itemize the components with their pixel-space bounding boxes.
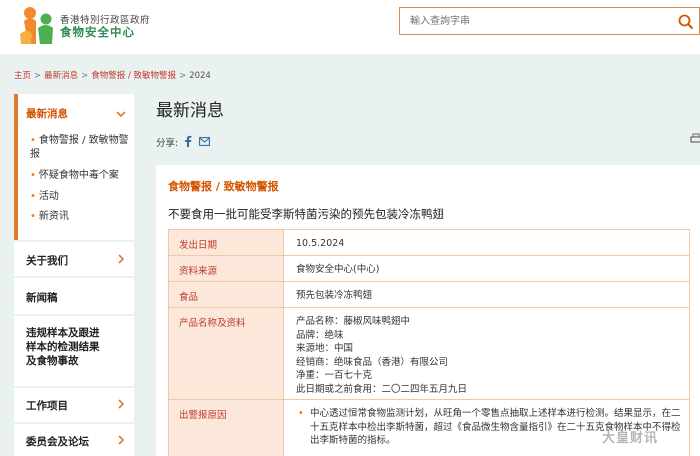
sidebar-label-work-items: 工作项目 (26, 400, 68, 412)
sidebar-item-work-items[interactable]: 工作项目 (14, 388, 134, 422)
sidebar-item-committees[interactable]: 委员会及论坛 (14, 424, 134, 456)
sidebar: 最新消息 • 食物警报 / 致敏物警报 • 怀疑食物中毒个案 • 活动 • 新资讯 关于… (14, 94, 134, 456)
print-icon[interactable] (690, 133, 700, 145)
product-origin: 来源地：中国 (296, 343, 354, 354)
search-box (399, 7, 700, 35)
table-row: 资料来源 食物安全中心(中心) (168, 255, 690, 282)
sidebar-sub-food-alerts[interactable]: • 食物警报 / 致敏物警报 (30, 134, 130, 162)
page-title: 最新消息 (156, 101, 224, 121)
breadcrumb-latest-news[interactable]: 最新消息 (44, 71, 78, 81)
alert-info-table: 发出日期 10.5.2024 资料来源 食物安全中心(中心) 食品 预先包装冷冻… (168, 229, 690, 456)
chevron-down-icon[interactable] (116, 109, 126, 119)
search-icon[interactable] (677, 13, 695, 31)
site-header: 香港特別行政區政府 食物安全中心 (0, 0, 700, 52)
product-details: 产品名称：藤椒风味鸭翅中 品牌：绝味 来源地：中国 经销商：绝味食品（香港）有限… (283, 307, 690, 400)
chevron-right-icon (118, 435, 125, 445)
issue-date-label: 发出日期 (168, 229, 284, 256)
food-label: 食品 (168, 281, 284, 308)
product-net-weight: 净重：一百七十克 (296, 370, 373, 381)
sidebar-sub-food-poisoning[interactable]: • 怀疑食物中毒个案 (30, 169, 130, 183)
sidebar-label-press-releases: 新闻稿 (26, 292, 58, 304)
sidebar-sub-news[interactable]: • 新资讯 (30, 210, 130, 224)
product-distributor: 经销商：绝味食品（香港）有限公司 (296, 356, 449, 368)
sidebar-item-about-us[interactable]: 关于我们 (14, 242, 134, 276)
sidebar-item-latest-news[interactable]: 最新消息 (26, 106, 68, 121)
sidebar-label-violations: 违规样本及跟进样本的检测结果及食物事故 (26, 327, 100, 367)
product-name: 产品名称：藤椒风味鸭翅中 (296, 316, 411, 327)
product-best-before: 此日期或之前食用：二〇二四年五月九日 (296, 383, 468, 395)
mail-icon[interactable] (199, 137, 210, 146)
search-input[interactable] (410, 12, 660, 30)
cfs-logo-icon[interactable] (16, 4, 56, 46)
breadcrumb: 主页 > 最新消息 > 食物警报 / 致敏物警报 >2024 (14, 71, 211, 81)
sidebar-section-latest-news: 最新消息 • 食物警报 / 致敏物警报 • 怀疑食物中毒个案 • 活动 • 新资讯 (14, 94, 134, 240)
share-label: 分享: (156, 138, 179, 149)
chevron-right-icon (118, 399, 125, 409)
table-row: 发出日期 10.5.2024 (168, 229, 690, 256)
breadcrumb-food-alerts[interactable]: 食物警报 / 致敏物警报 (91, 71, 176, 81)
sidebar-item-violations[interactable]: 违规样本及跟进样本的检测结果及食物事故 (14, 316, 134, 386)
food-value: 预先包装冷冻鸭翅 (283, 281, 690, 308)
section-heading: 食物警报 / 致敏物警报 (168, 180, 279, 193)
reason-label: 出警报原因 (168, 399, 284, 456)
sidebar-label-committees: 委员会及论坛 (26, 436, 89, 448)
issue-date-value: 10.5.2024 (283, 229, 690, 256)
article-title: 不要食用一批可能受李斯特菌污染的预先包装冷冻鸭翅 (168, 207, 444, 221)
breadcrumb-home[interactable]: 主页 (14, 71, 31, 81)
sidebar-item-press-releases[interactable]: 新闻稿 (14, 278, 134, 314)
sidebar-sub-events[interactable]: • 活动 (30, 190, 130, 204)
product-label: 产品名称及资料 (168, 307, 284, 400)
facebook-icon[interactable] (184, 135, 192, 147)
source-value: 食物安全中心(中心) (283, 255, 690, 282)
sidebar-label-about-us: 关于我们 (26, 255, 68, 267)
chevron-right-icon (118, 254, 125, 264)
table-row: 产品名称及资料 产品名称：藤椒风味鸭翅中 品牌：绝味 来源地：中国 经销商：绝味… (168, 307, 690, 400)
watermark: 大皇财讯 (602, 431, 659, 446)
source-label: 资料来源 (168, 255, 284, 282)
table-row: 食品 预先包装冷冻鸭翅 (168, 281, 690, 308)
product-brand: 品牌：绝味 (296, 329, 344, 341)
center-name: 食物安全中心 (60, 25, 135, 39)
breadcrumb-year: 2024 (189, 71, 211, 81)
